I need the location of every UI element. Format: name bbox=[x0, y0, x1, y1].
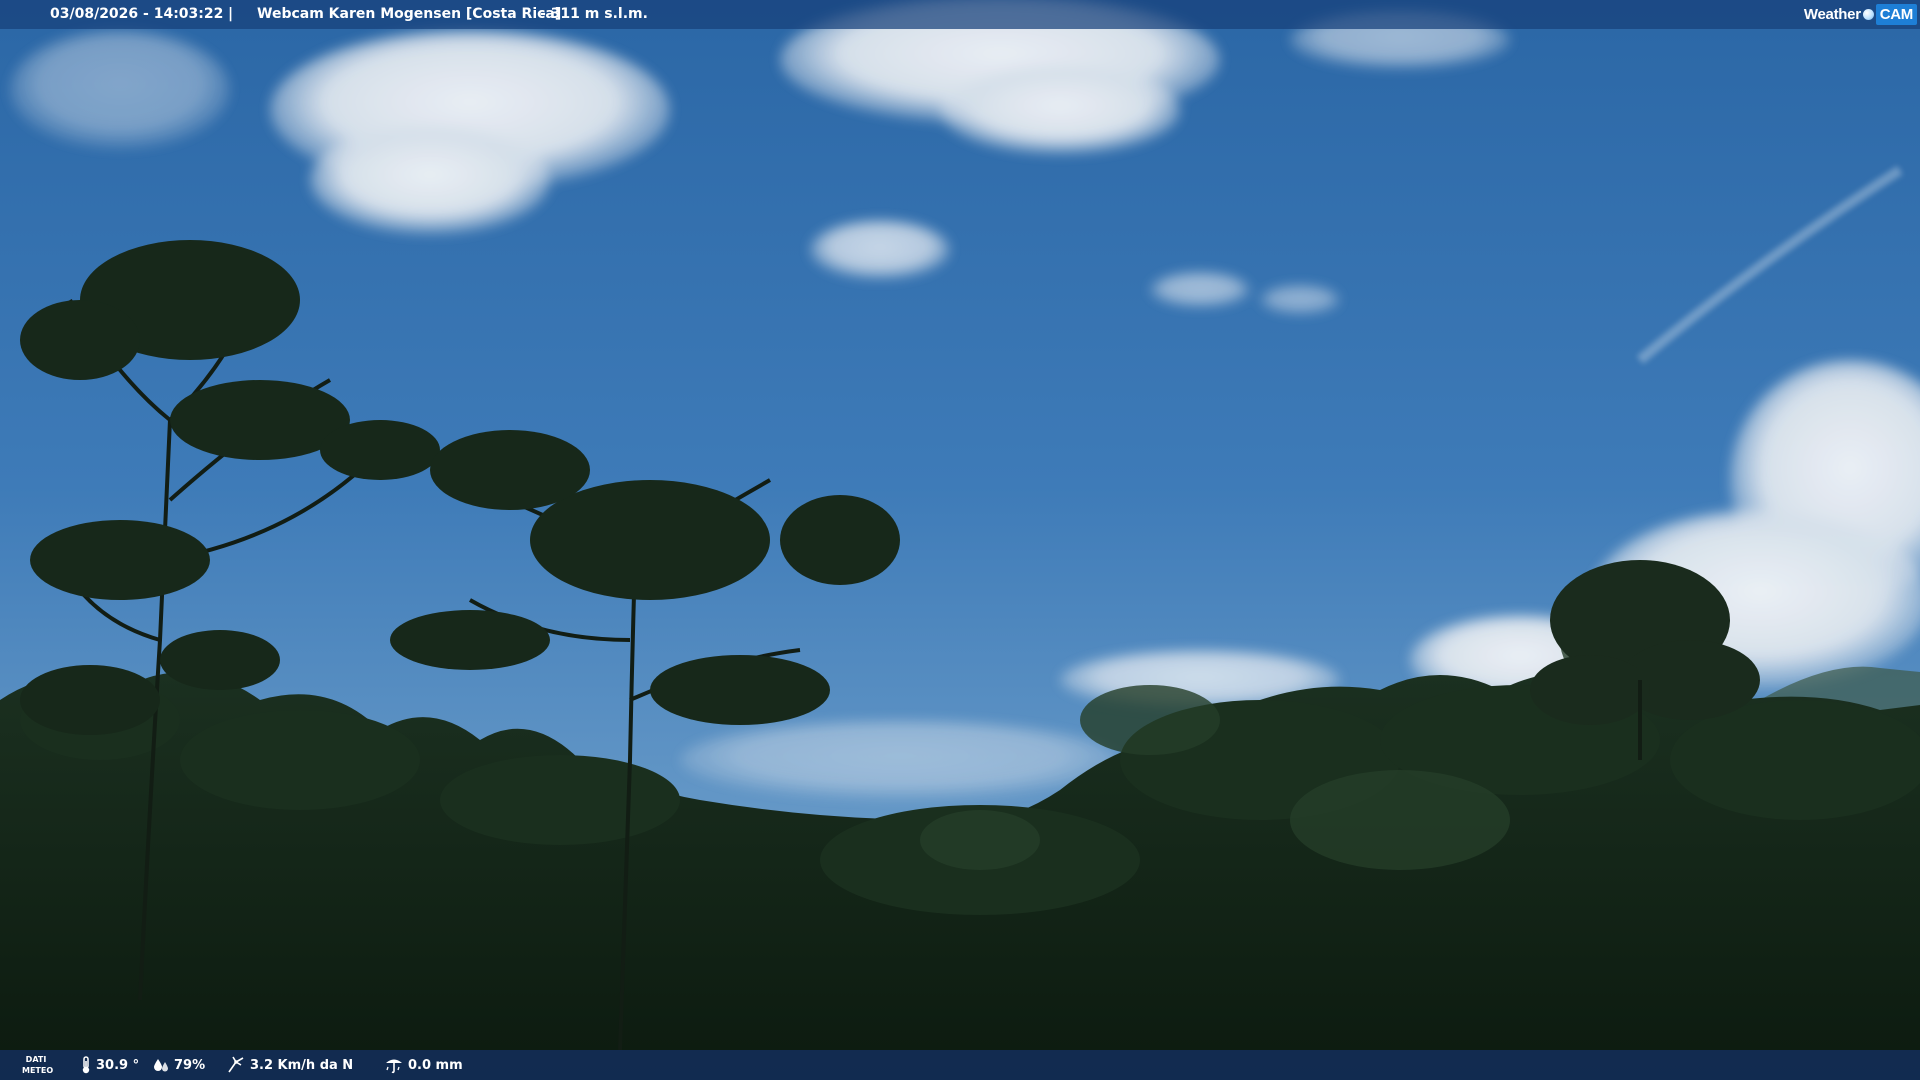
rain-gauge-icon bbox=[386, 1059, 402, 1074]
humidity-reading: 79% bbox=[152, 1050, 205, 1080]
weathercam-logo[interactable]: Weather CAM bbox=[1804, 2, 1917, 26]
brand-cam-text: CAM bbox=[1875, 3, 1917, 25]
header-separator: | bbox=[228, 6, 234, 22]
rain-reading: 0.0 mm bbox=[384, 1050, 463, 1080]
temperature-value: 30.9 ° bbox=[96, 1057, 140, 1073]
humidity-value: 79% bbox=[174, 1057, 206, 1073]
droplets-icon bbox=[154, 1059, 168, 1072]
webcam-image bbox=[0, 0, 1920, 1080]
rain-value: 0.0 mm bbox=[408, 1057, 463, 1073]
altitude-label: - 311 m s.l.m. bbox=[540, 6, 648, 22]
webcam-header: 03/08/2026 - 14:03:22 | Webcam Karen Mog… bbox=[0, 0, 1920, 29]
weather-data-bar: DATI METEO 30.9 ° 79% 3.2 Km/h da N 0.0 … bbox=[0, 1050, 1920, 1080]
webcam-title: Webcam Karen Mogensen [Costa Rica] bbox=[257, 6, 562, 22]
datetime-label: 03/08/2026 - 14:03:22 bbox=[50, 6, 224, 22]
brand-globe-icon bbox=[1862, 8, 1874, 20]
weather-section-label: DATI METEO bbox=[22, 1055, 54, 1075]
thermometer-icon bbox=[82, 1056, 90, 1074]
temperature-reading: 30.9 ° bbox=[80, 1050, 139, 1080]
brand-weather-text: Weather bbox=[1803, 5, 1861, 23]
wind-value: 3.2 Km/h da N bbox=[250, 1057, 354, 1073]
wind-reading: 3.2 Km/h da N bbox=[226, 1050, 353, 1080]
webcam-frame: 03/08/2026 - 14:03:22 | Webcam Karen Mog… bbox=[0, 0, 1920, 1080]
wind-vane-icon bbox=[228, 1056, 244, 1073]
